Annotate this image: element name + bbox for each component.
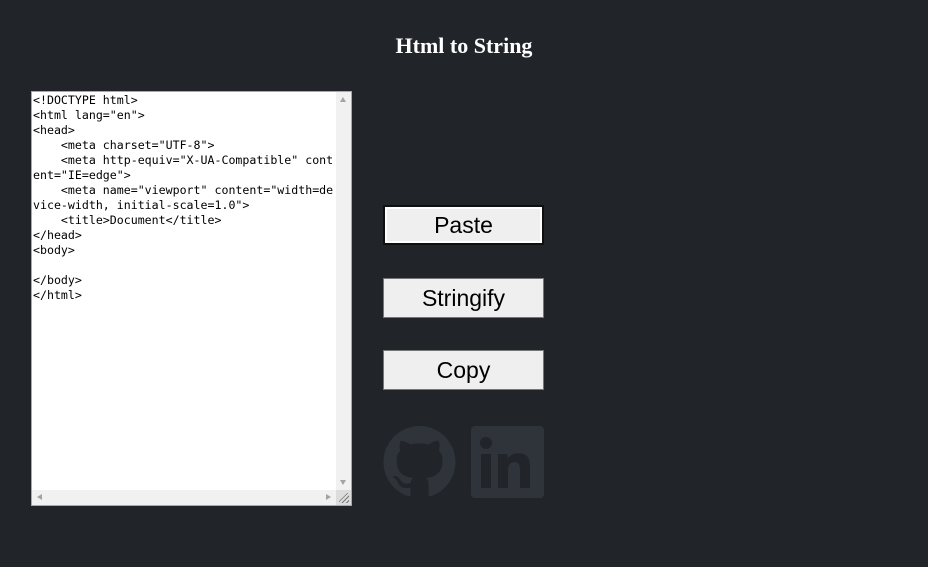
horizontal-scrollbar[interactable] bbox=[32, 490, 336, 505]
scroll-up-arrow-icon[interactable] bbox=[340, 97, 346, 102]
scroll-left-arrow-icon[interactable] bbox=[37, 494, 42, 500]
linkedin-icon bbox=[471, 426, 544, 498]
resize-corner[interactable] bbox=[336, 490, 351, 505]
github-icon bbox=[383, 426, 456, 497]
html-input-text[interactable]: <!DOCTYPE html> <html lang="en"> <head> … bbox=[33, 93, 335, 489]
scroll-down-arrow-icon[interactable] bbox=[340, 480, 346, 485]
paste-button[interactable]: Paste bbox=[383, 205, 544, 245]
github-link[interactable] bbox=[383, 426, 456, 498]
stringify-button[interactable]: Stringify bbox=[383, 278, 544, 318]
resize-grip-icon[interactable] bbox=[339, 493, 349, 503]
vertical-scrollbar[interactable] bbox=[336, 92, 351, 490]
copy-button[interactable]: Copy bbox=[383, 350, 544, 390]
linkedin-link[interactable] bbox=[471, 426, 544, 498]
scroll-right-arrow-icon[interactable] bbox=[326, 494, 331, 500]
page-title: Html to String bbox=[395, 33, 533, 58]
html-input-textarea[interactable]: <!DOCTYPE html> <html lang="en"> <head> … bbox=[31, 91, 352, 506]
